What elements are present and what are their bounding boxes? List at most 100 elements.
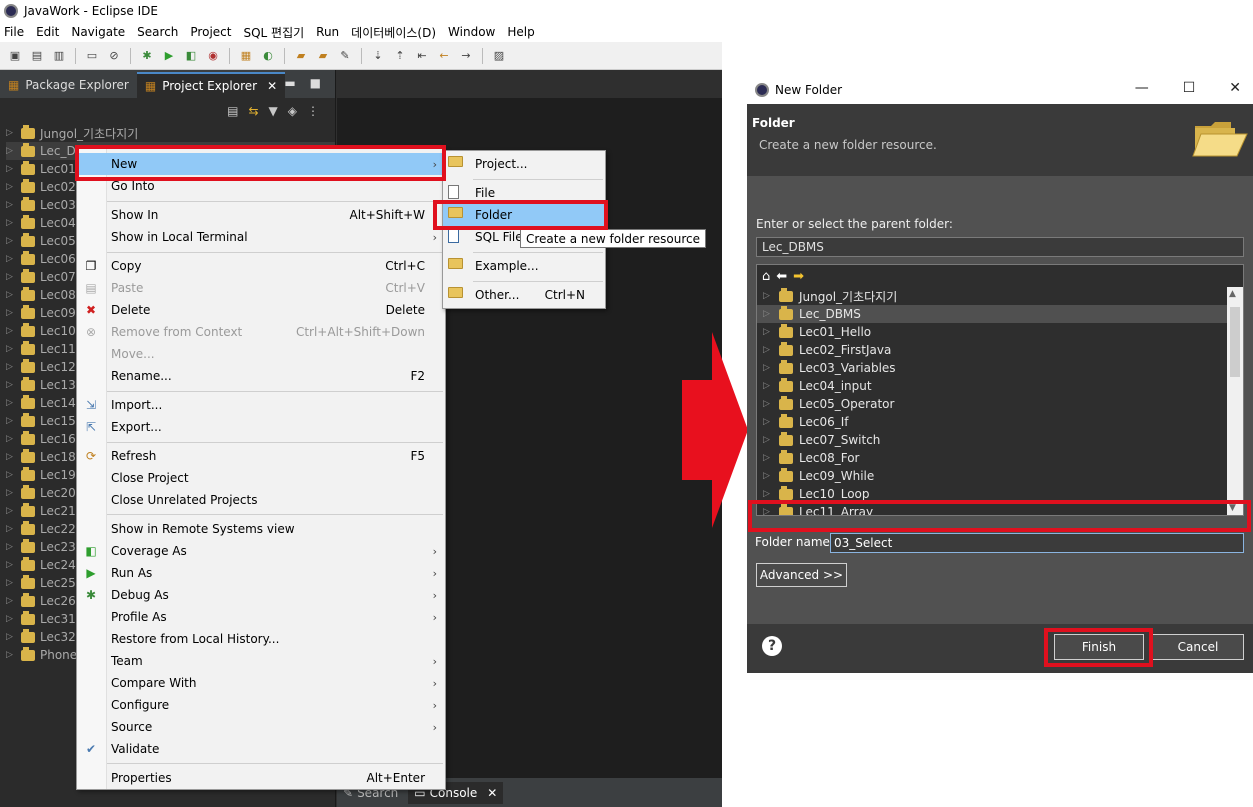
chevron-right-icon[interactable]: ▷ [6, 470, 16, 480]
close-icon[interactable]: ✕ [487, 786, 497, 800]
menu-help[interactable]: Help [507, 25, 534, 39]
menu-sql-editor[interactable]: SQL 편집기 [243, 24, 304, 41]
chevron-right-icon[interactable]: ▷ [6, 344, 16, 354]
submenu-item-file[interactable]: File [443, 182, 605, 204]
chevron-right-icon[interactable]: ▷ [6, 542, 16, 552]
menu-item-paste[interactable]: ▤ Paste Ctrl+V [77, 277, 445, 299]
back-icon[interactable]: ⬅ [776, 269, 787, 284]
link-editor-icon[interactable]: ⇆ [248, 104, 258, 118]
tree-item[interactable]: ▷ Lec07_Switch [757, 431, 1243, 449]
help-icon[interactable]: ? [762, 636, 782, 656]
tree-item[interactable]: ▷ Jungol_기초다지기 [6, 124, 335, 142]
menu-run[interactable]: Run [316, 25, 339, 39]
menu-item-refresh[interactable]: ⟳ Refresh F5 [77, 445, 445, 467]
save-icon[interactable]: ▤ [28, 48, 46, 64]
menu-item-remove-from-context[interactable]: ⊗ Remove from Context Ctrl+Alt+Shift+Down [77, 321, 445, 343]
minimize-icon[interactable]: — [1135, 80, 1149, 96]
chevron-right-icon[interactable]: ▷ [6, 506, 16, 516]
menu-item-import[interactable]: ⇲ Import... [77, 394, 445, 416]
focus-icon[interactable]: ◈ [288, 104, 297, 118]
chevron-right-icon[interactable]: ▷ [763, 507, 773, 515]
chevron-right-icon[interactable]: ▷ [6, 578, 16, 588]
chevron-right-icon[interactable]: ▷ [6, 164, 16, 174]
debug-icon[interactable]: ✱ [138, 48, 156, 64]
external-tools-icon[interactable]: ◉ [204, 48, 222, 64]
new-icon[interactable]: ▣ [6, 48, 24, 64]
chevron-right-icon[interactable]: ▷ [6, 416, 16, 426]
tree-item[interactable]: ▷ Lec11_Array [757, 503, 1243, 515]
menu-file[interactable]: File [4, 25, 24, 39]
menu-item-configure[interactable]: Configure › [77, 694, 445, 716]
terminal-icon[interactable]: ▭ [83, 48, 101, 64]
chevron-up-icon[interactable]: ▲ [1229, 289, 1236, 299]
submenu-item-project[interactable]: Project... [443, 153, 605, 175]
chevron-right-icon[interactable]: ▷ [6, 434, 16, 444]
chevron-right-icon[interactable]: ▷ [6, 632, 16, 642]
finish-button[interactable]: Finish [1054, 634, 1144, 660]
tree-item[interactable]: ▷ Lec_DBMS [757, 305, 1243, 323]
menu-item-coverage-as[interactable]: ◧ Coverage As › [77, 540, 445, 562]
chevron-right-icon[interactable]: ▷ [763, 381, 773, 391]
menu-item-export[interactable]: ⇱ Export... [77, 416, 445, 438]
last-edit-icon[interactable]: ⇤ [413, 48, 431, 64]
chevron-right-icon[interactable]: ▷ [763, 291, 773, 301]
chevron-right-icon[interactable]: ▷ [6, 650, 16, 660]
chevron-right-icon[interactable]: ▷ [6, 254, 16, 264]
maximize-icon[interactable]: ■ [310, 76, 321, 90]
menu-edit[interactable]: Edit [36, 25, 59, 39]
back-icon[interactable]: ← [435, 48, 453, 64]
chevron-right-icon[interactable]: ▷ [6, 488, 16, 498]
chevron-right-icon[interactable]: ▷ [6, 290, 16, 300]
cancel-button[interactable]: Cancel [1152, 634, 1244, 660]
tree-item[interactable]: ▷ Lec09_While [757, 467, 1243, 485]
menu-item-source[interactable]: Source › [77, 716, 445, 738]
chevron-right-icon[interactable]: ▷ [763, 417, 773, 427]
chevron-right-icon[interactable]: ▷ [763, 363, 773, 373]
menu-item-delete[interactable]: ✖ Delete Delete [77, 299, 445, 321]
chevron-right-icon[interactable]: ▷ [6, 146, 16, 156]
new-java-project-icon[interactable]: ▦ [237, 48, 255, 64]
chevron-right-icon[interactable]: ▷ [763, 435, 773, 445]
menu-item-close-project[interactable]: Close Project [77, 467, 445, 489]
menu-database[interactable]: 데이터베이스(D) [351, 24, 436, 41]
tree-item[interactable]: ▷ Lec01_Hello [757, 323, 1243, 341]
chevron-right-icon[interactable]: ▷ [6, 362, 16, 372]
chevron-right-icon[interactable]: ▷ [6, 272, 16, 282]
chevron-right-icon[interactable]: ▷ [763, 399, 773, 409]
chevron-right-icon[interactable]: ▷ [763, 471, 773, 481]
tab-project-explorer[interactable]: ▦ Project Explorer ✕ [136, 72, 286, 98]
search-icon[interactable]: ✎ [336, 48, 354, 64]
menu-item-profile-as[interactable]: Profile As › [77, 606, 445, 628]
chevron-right-icon[interactable]: ▷ [763, 309, 773, 319]
save-all-icon[interactable]: ▥ [50, 48, 68, 64]
chevron-right-icon[interactable]: ▷ [763, 345, 773, 355]
chevron-right-icon[interactable]: ▷ [6, 380, 16, 390]
submenu-item-folder[interactable]: Folder [443, 204, 605, 226]
menu-navigate[interactable]: Navigate [71, 25, 125, 39]
new-class-icon[interactable]: ◐ [259, 48, 277, 64]
menu-item-move[interactable]: Move... [77, 343, 445, 365]
menu-search[interactable]: Search [137, 25, 178, 39]
menu-item-new[interactable]: New › [77, 153, 445, 175]
chevron-right-icon[interactable]: ▷ [763, 489, 773, 499]
close-icon[interactable]: ✕ [267, 79, 277, 93]
menu-window[interactable]: Window [448, 25, 495, 39]
menu-item-remote-systems[interactable]: Show in Remote Systems view [77, 518, 445, 540]
folder-name-input[interactable] [830, 533, 1244, 553]
maximize-icon[interactable]: ☐ [1183, 80, 1196, 96]
menu-item-go-into[interactable]: Go Into [77, 175, 445, 197]
tree-scrollbar[interactable]: ▲ ▼ [1227, 287, 1243, 515]
menu-item-show-in-terminal[interactable]: Show in Local Terminal › [77, 226, 445, 248]
coverage-icon[interactable]: ◧ [182, 48, 200, 64]
menu-item-show-in[interactable]: Show In Alt+Shift+W › [77, 204, 445, 226]
menu-item-compare-with[interactable]: Compare With › [77, 672, 445, 694]
open-type-icon[interactable]: ▰ [292, 48, 310, 64]
view-menu-icon[interactable]: ⋮ [307, 104, 319, 118]
chevron-right-icon[interactable]: ▷ [6, 236, 16, 246]
menu-item-run-as[interactable]: ▶ Run As › [77, 562, 445, 584]
menu-item-properties[interactable]: Properties Alt+Enter [77, 767, 445, 789]
chevron-down-icon[interactable]: ▼ [1229, 503, 1236, 513]
chevron-right-icon[interactable]: ▷ [6, 596, 16, 606]
tree-item[interactable]: ▷ Lec08_For [757, 449, 1243, 467]
skip-breakpoints-icon[interactable]: ⊘ [105, 48, 123, 64]
